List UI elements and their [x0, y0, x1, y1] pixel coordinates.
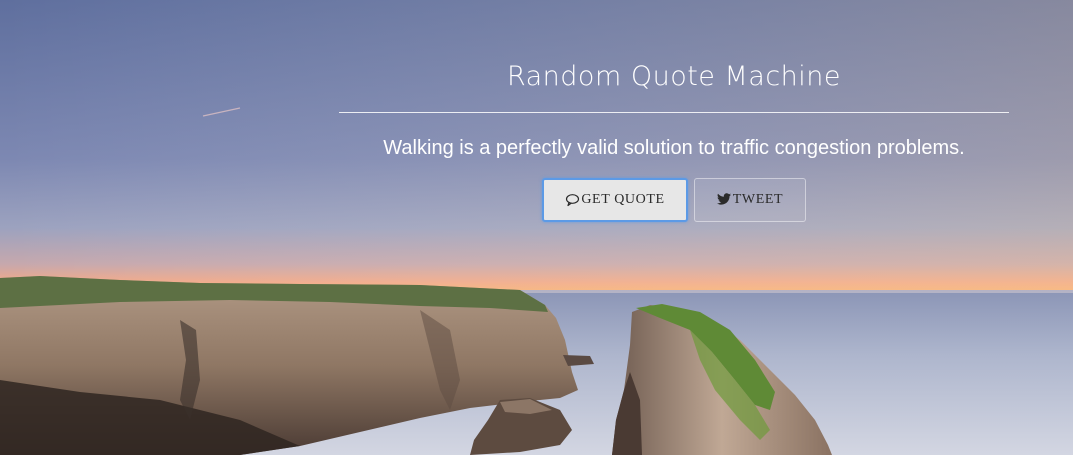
- speech-bubble-icon: [565, 193, 580, 207]
- get-quote-label: GET QUOTE: [581, 192, 665, 207]
- tweet-label: TWEET: [732, 192, 784, 207]
- button-group: GET QUOTE TWEET: [339, 178, 1009, 222]
- tweet-button[interactable]: TWEET: [694, 178, 806, 222]
- twitter-icon: [716, 193, 732, 207]
- app-root: Random Quote Machine Walking is a perfec…: [0, 0, 1073, 455]
- title-divider: [339, 112, 1009, 113]
- page-title: Random Quote Machine: [506, 61, 842, 92]
- quote-panel: Random Quote Machine Walking is a perfec…: [339, 58, 1009, 222]
- quote-text: Walking is a perfectly valid solution to…: [383, 137, 965, 159]
- get-quote-button[interactable]: GET QUOTE: [542, 178, 688, 222]
